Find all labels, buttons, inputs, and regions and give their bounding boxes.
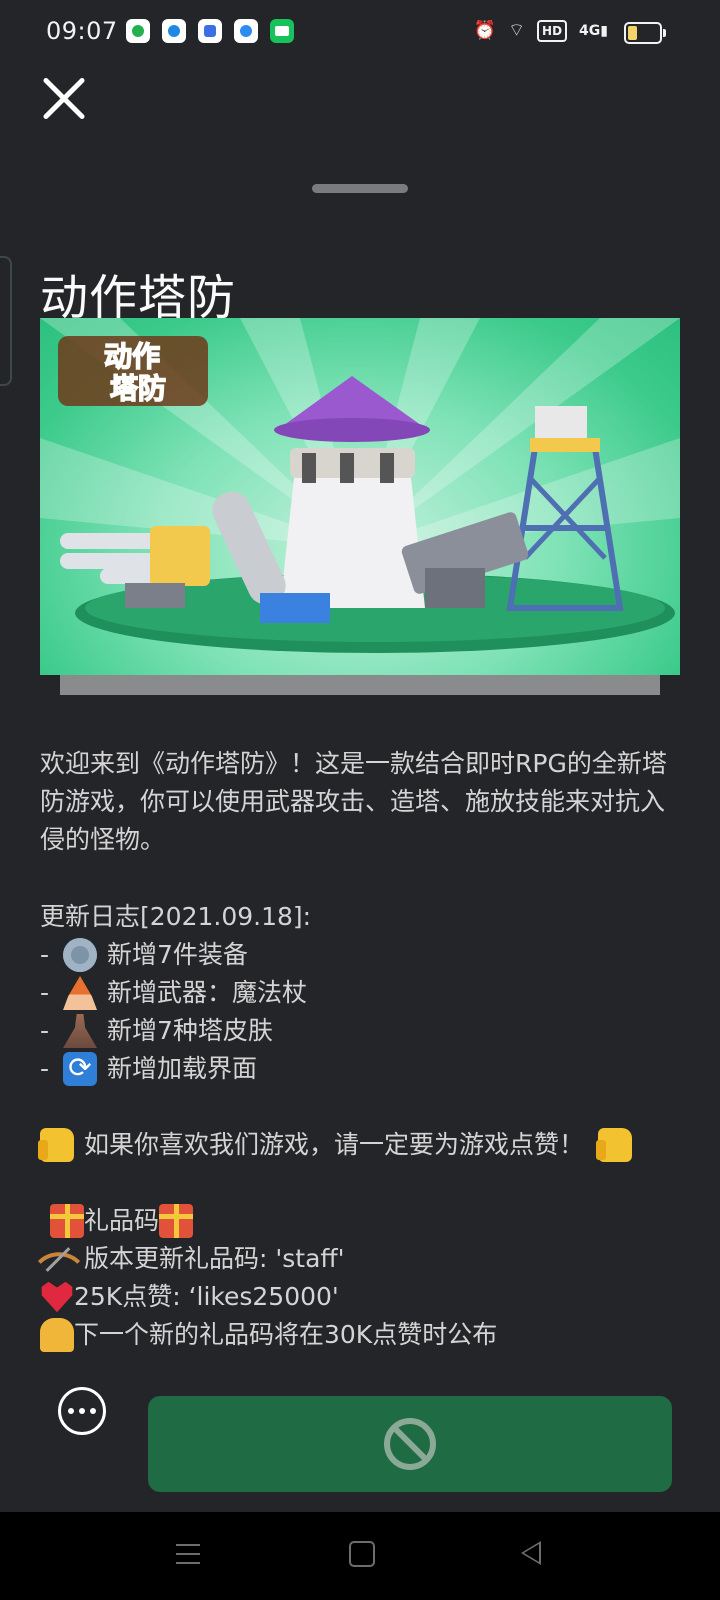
network-type-label: 4G xyxy=(579,23,601,39)
background-card-edge xyxy=(0,256,12,386)
nav-back-button[interactable] xyxy=(521,1541,541,1565)
gift-header: 礼品码 xyxy=(40,1202,680,1240)
like-prompt-text: 如果你喜欢我们游戏，请一定要为游戏点赞！ xyxy=(84,1130,585,1159)
list-item: - 新增加载界面 xyxy=(40,1050,680,1088)
svg-text:塔防: 塔防 xyxy=(110,372,166,405)
browser-app-icon xyxy=(162,19,186,43)
list-item: - 新增7件装备 xyxy=(40,936,680,974)
sheet-drag-handle[interactable] xyxy=(312,184,408,193)
gift-likes-code: 25K点赞: ‘likes25000' xyxy=(40,1278,680,1316)
changelog-item-text: 新增加载界面 xyxy=(107,1054,258,1083)
tower-icon xyxy=(63,1014,98,1048)
banner-logo-text: 动作 xyxy=(104,340,160,373)
heart-icon xyxy=(41,1281,73,1313)
bow-arrow-icon xyxy=(40,1242,74,1276)
battery-icon xyxy=(624,22,666,44)
nav-home-button[interactable] xyxy=(349,1541,375,1567)
gift-next-code-text: 下一个新的礼品码将在30K点赞时公布 xyxy=(74,1320,498,1349)
notification-icons xyxy=(126,19,294,43)
gift-icon xyxy=(50,1204,84,1238)
game-banner-image: 动作 塔防 xyxy=(40,318,680,675)
more-options-button[interactable] xyxy=(58,1387,106,1435)
alarm-icon: ⏰ xyxy=(473,20,497,41)
play-button[interactable] xyxy=(148,1396,672,1492)
changelog-header: 更新日志[2021.09.18]: xyxy=(40,902,312,931)
wifi-icon: ⌔ xyxy=(508,20,526,41)
thumbs-up-icon xyxy=(596,1128,633,1162)
gift-version-code-text: 版本更新礼品码: 'staff' xyxy=(84,1244,345,1273)
list-item: - 新增7种塔皮肤 xyxy=(40,1012,680,1050)
iqiyi-app-icon xyxy=(270,19,294,43)
nav-menu-button[interactable] xyxy=(176,1542,200,1566)
changelog-section: 更新日志[2021.09.18]: - 新增7件装备 - 新增武器：魔法杖 - … xyxy=(38,898,680,1354)
blocked-icon xyxy=(384,1418,436,1470)
gift-header-text: 礼品码 xyxy=(84,1206,160,1235)
gift-next-code: 下一个新的礼品码将在30K点赞时公布 xyxy=(40,1316,680,1354)
status-bar: 09:07 ⏰ ⌔ HD 4G▮ xyxy=(0,0,720,64)
banner-illustration: 动作 塔防 xyxy=(40,318,680,653)
refresh-icon xyxy=(63,1050,98,1086)
cloud-app-icon xyxy=(234,19,258,43)
signal-icon: 4G▮ xyxy=(579,23,608,39)
hd-badge: HD xyxy=(537,20,568,42)
status-time: 09:07 xyxy=(46,17,118,45)
changelog-item-text: 新增7种塔皮肤 xyxy=(107,1016,273,1045)
banner-shadow xyxy=(60,675,660,695)
like-prompt: 如果你喜欢我们游戏，请一定要为游戏点赞！ xyxy=(38,1126,680,1164)
gift-version-code: 版本更新礼品码: 'staff' xyxy=(40,1240,680,1278)
baidu-app-icon xyxy=(198,19,222,43)
close-button[interactable] xyxy=(40,75,88,123)
gear-icon xyxy=(63,938,98,972)
game-description: 欢迎来到《动作塔防》！这是一款结合即时RPG的全新塔防游戏，你可以使用武器攻击、… xyxy=(40,749,667,854)
changelog-item-text: 新增武器：魔法杖 xyxy=(107,978,308,1007)
mage-icon xyxy=(63,976,98,1010)
video-app-icon xyxy=(126,19,150,43)
system-navigation-bar xyxy=(0,1512,720,1600)
bell-icon xyxy=(40,1318,74,1352)
gift-icon xyxy=(159,1204,194,1238)
list-item: - 新增武器：魔法杖 xyxy=(40,974,680,1012)
thumbs-up-icon xyxy=(38,1128,74,1162)
more-dots-icon xyxy=(68,1408,74,1414)
gift-likes-code-text: 25K点赞: ‘likes25000' xyxy=(74,1282,339,1311)
changelog-item-text: 新增7件装备 xyxy=(107,940,248,969)
